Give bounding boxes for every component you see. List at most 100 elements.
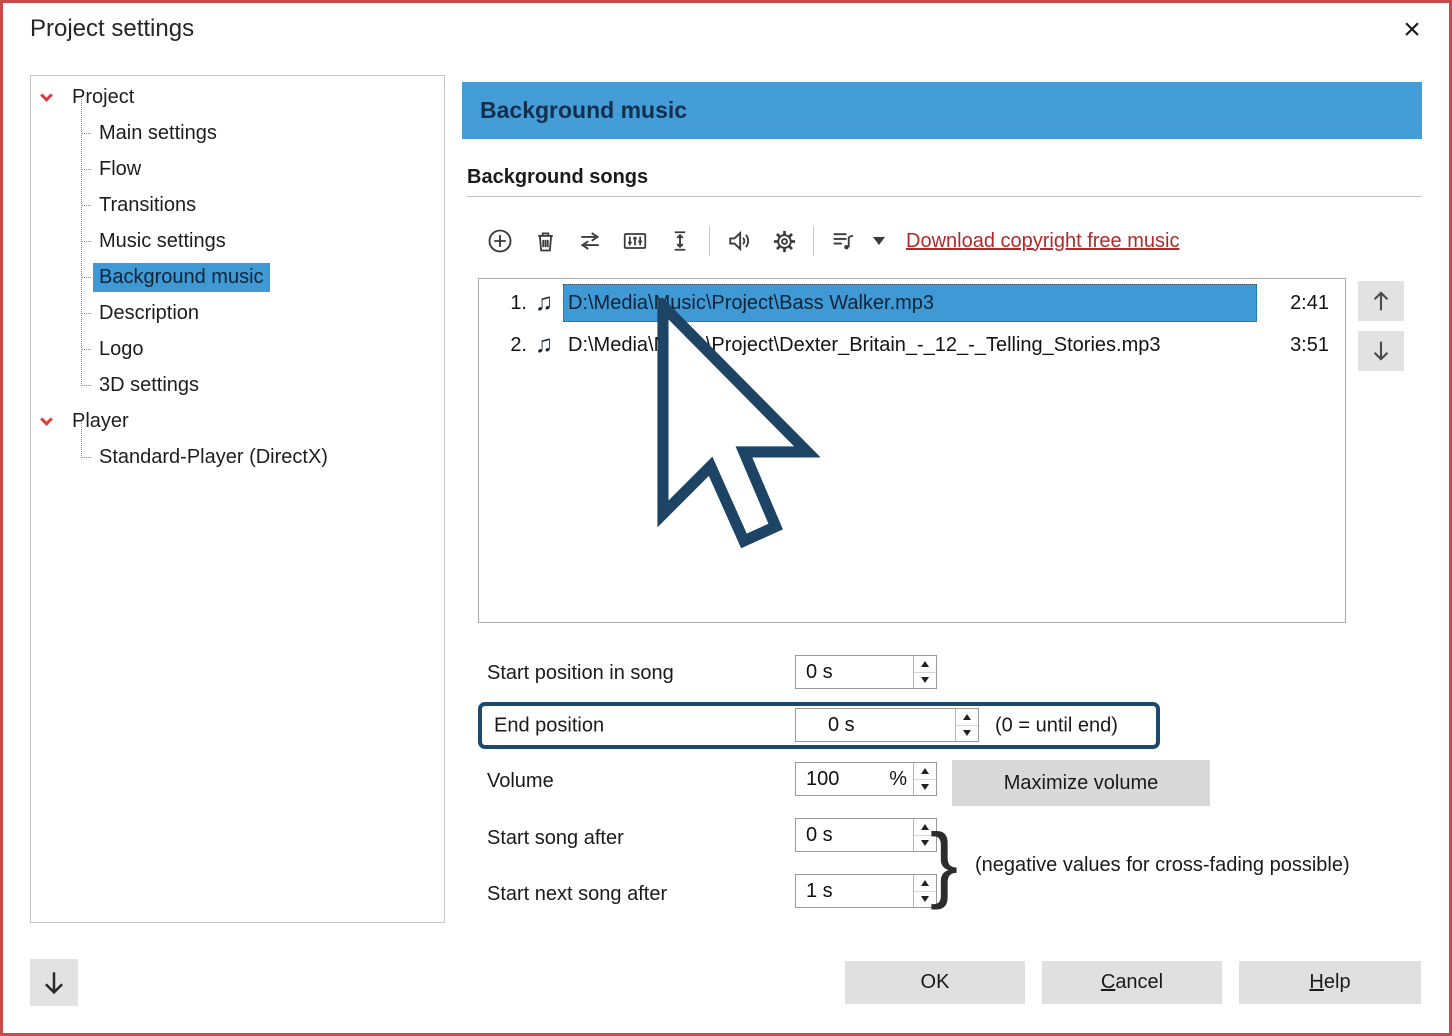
tree-item-3d-settings[interactable]: 3D settings <box>31 367 444 403</box>
tree-item-label: Standard-Player (DirectX) <box>93 443 334 472</box>
expand-marker-icon <box>40 413 53 426</box>
spinner-up-button[interactable] <box>956 709 978 726</box>
download-music-link[interactable]: Download copyright free music <box>906 230 1179 253</box>
spinner <box>955 709 978 741</box>
preview-sound-button[interactable] <box>719 221 759 261</box>
add-song-button[interactable] <box>480 221 520 261</box>
vertical-stretch-icon <box>666 227 694 255</box>
spinner-down-button[interactable] <box>956 726 978 742</box>
close-button[interactable]: × <box>1392 10 1432 50</box>
spinner <box>913 763 936 795</box>
start-next-song-after-input[interactable]: 1 s <box>795 874 937 908</box>
help-button[interactable]: Help <box>1239 961 1421 1004</box>
down-arrow-icon <box>1367 337 1395 365</box>
trash-icon <box>532 228 559 255</box>
move-song-down-button[interactable] <box>1358 331 1404 371</box>
end-position-input[interactable]: 0 s <box>795 708 979 742</box>
section-title: Background music <box>480 97 687 124</box>
tree-item-label: Description <box>93 299 205 328</box>
crossfade-note: (negative values for cross-fading possib… <box>975 854 1350 877</box>
volume-input[interactable]: 100 % <box>795 762 937 796</box>
tree-item-main-settings[interactable]: Main settings <box>31 115 444 151</box>
tree-item-standard-player-directx[interactable]: Standard-Player (DirectX) <box>31 439 444 475</box>
song-index: 1. <box>493 292 527 315</box>
music-note-icon: ♫ <box>535 289 553 317</box>
start-position-label: Start position in song <box>487 662 674 685</box>
equalizer-button[interactable] <box>615 221 655 261</box>
start-next-song-after-label: Start next song after <box>487 883 667 906</box>
settings-tree: Project Main settings Flow Transitions Music… <box>30 75 445 923</box>
spinner-down-button[interactable] <box>914 673 936 689</box>
volume-label: Volume <box>487 770 554 793</box>
end-position-value: 0 s <box>796 714 955 737</box>
speaker-icon <box>725 227 753 255</box>
section-header: Background music <box>462 82 1422 139</box>
song-list: 1. ♫ D:\Media\Music\Project\Bass Walker.mp… <box>478 278 1346 623</box>
tree-item-player[interactable]: Player <box>31 403 444 439</box>
ok-button[interactable]: OK <box>845 961 1025 1004</box>
down-arrow-icon <box>39 968 69 998</box>
start-song-after-value: 0 s <box>796 824 913 847</box>
tree-item-label: Background music <box>93 263 270 292</box>
window-title: Project settings <box>30 15 194 43</box>
tree-item-transitions[interactable]: Transitions <box>31 187 444 223</box>
tree-item-music-settings[interactable]: Music settings <box>31 223 444 259</box>
tree-item-logo[interactable]: Logo <box>31 331 444 367</box>
songs-toolbar: Download copyright free music <box>480 220 1179 262</box>
tree-item-label: 3D settings <box>93 371 205 400</box>
start-song-after-input[interactable]: 0 s <box>795 818 937 852</box>
music-settings-button[interactable] <box>764 221 804 261</box>
tree-item-label: Main settings <box>93 119 223 148</box>
expand-marker-icon <box>40 89 53 102</box>
maximize-volume-button[interactable]: Maximize volume <box>952 760 1210 806</box>
song-path: D:\Media\Music\Project\Bass Walker.mp3 <box>563 284 1257 322</box>
start-next-song-after-value: 1 s <box>796 880 913 903</box>
tree-item-flow[interactable]: Flow <box>31 151 444 187</box>
delete-song-button[interactable] <box>525 221 565 261</box>
song-duration: 2:41 <box>1263 292 1329 315</box>
swap-arrows-icon <box>576 227 604 255</box>
spinner-up-button[interactable] <box>914 763 936 780</box>
tree-item-description[interactable]: Description <box>31 295 444 331</box>
volume-unit: % <box>889 768 907 791</box>
song-duration: 3:51 <box>1263 334 1329 357</box>
spinner <box>913 656 936 688</box>
gear-icon <box>771 228 798 255</box>
song-index: 2. <box>493 334 527 357</box>
chevron-down-icon[interactable] <box>868 221 890 261</box>
tree-item-label: Flow <box>93 155 147 184</box>
tree-item-label: Music settings <box>93 227 232 256</box>
shuffle-songs-button[interactable] <box>570 221 610 261</box>
spinner-up-button[interactable] <box>914 656 936 673</box>
spinner-down-button[interactable] <box>914 780 936 796</box>
playlist-button[interactable] <box>823 221 863 261</box>
cancel-button[interactable]: Cancel <box>1042 961 1222 1004</box>
start-position-value: 0 s <box>796 661 913 684</box>
tree-item-project[interactable]: Project <box>31 79 444 115</box>
tree-item-label: Logo <box>93 335 150 364</box>
start-song-after-label: Start song after <box>487 827 624 850</box>
up-arrow-icon <box>1367 287 1395 315</box>
end-position-label: End position <box>494 714 604 737</box>
tree-item-label: Project <box>66 83 140 112</box>
tree-item-background-music[interactable]: Background music <box>31 259 444 295</box>
music-note-icon: ♫ <box>535 331 553 359</box>
move-song-up-button[interactable] <box>1358 281 1404 321</box>
toolbar-separator <box>709 226 710 256</box>
toolbar-separator <box>813 226 814 256</box>
song-path: D:\Media\Music\Project\Dexter_Britain_-_… <box>563 326 1257 364</box>
tree-item-label: Transitions <box>93 191 202 220</box>
bottom-down-arrow-button[interactable] <box>30 959 78 1006</box>
add-icon <box>486 227 514 255</box>
song-row[interactable]: 1. ♫ D:\Media\Music\Project\Bass Walker.mp… <box>479 282 1345 324</box>
heading-divider <box>467 196 1422 197</box>
tree-item-label: Player <box>66 407 135 436</box>
mixer-icon <box>621 227 649 255</box>
fit-duration-button[interactable] <box>660 221 700 261</box>
background-songs-heading: Background songs <box>467 166 648 189</box>
start-position-input[interactable]: 0 s <box>795 655 937 689</box>
volume-value: 100 <box>796 768 889 791</box>
song-row[interactable]: 2. ♫ D:\Media\Music\Project\Dexter_Britain… <box>479 324 1345 366</box>
end-position-note: (0 = until end) <box>995 714 1118 737</box>
project-settings-dialog: Project settings × Project Main settings F… <box>0 0 1452 1036</box>
